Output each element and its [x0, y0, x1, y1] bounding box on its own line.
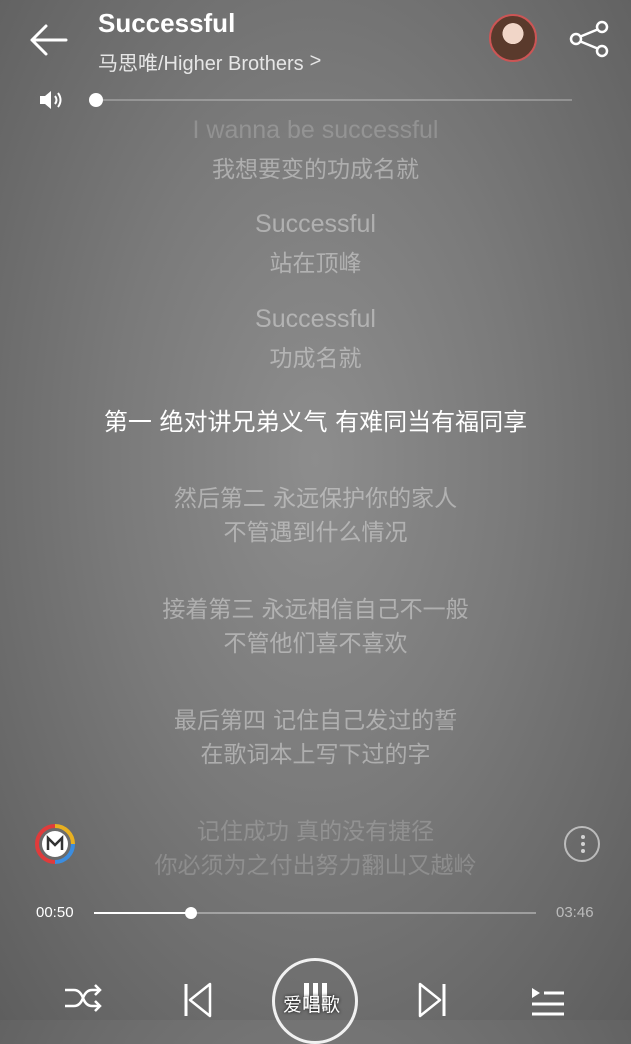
lyric-line[interactable]: 接着第三 永远相信自己不一般 — [0, 590, 631, 624]
lyric-line-current[interactable]: 第一 绝对讲兄弟义气 有难同当有福同享 — [0, 402, 631, 437]
song-title: Successful — [98, 8, 236, 38]
lyric-line[interactable]: Successful — [0, 305, 631, 334]
more-options-button[interactable] — [564, 826, 600, 862]
lyric-line[interactable]: 我想要变的功成名就 — [0, 150, 631, 184]
volume-slider[interactable] — [96, 99, 572, 101]
lyric-line[interactable]: 在歌词本上写下过的字 — [0, 735, 631, 769]
skip-previous-icon[interactable] — [180, 980, 216, 1020]
artist-name: 马思唯/Higher Brothers — [98, 53, 304, 75]
volume-control — [0, 86, 631, 114]
artist-link[interactable]: 马思唯/Higher Brothers > — [98, 47, 321, 76]
total-time: 03:46 — [556, 904, 594, 921]
progress-knob[interactable] — [185, 907, 198, 919]
avatar[interactable] — [489, 14, 537, 62]
lyric-line[interactable]: 功成名就 — [0, 339, 631, 373]
chevron-right-icon: > — [309, 50, 322, 72]
speaker-icon[interactable] — [38, 88, 64, 112]
progress-bar[interactable] — [94, 912, 536, 914]
shuffle-icon[interactable] — [62, 980, 104, 1020]
skip-next-icon[interactable] — [414, 980, 450, 1020]
dot — [581, 849, 585, 853]
back-arrow-icon[interactable] — [26, 20, 70, 60]
dot — [581, 842, 585, 846]
lyric-line[interactable]: 你必须为之付出努力翻山又越岭 — [0, 846, 631, 876]
volume-slider-knob[interactable] — [89, 93, 103, 107]
share-icon[interactable] — [568, 19, 610, 59]
dot — [581, 835, 585, 839]
lyric-line[interactable]: 不管他们喜不喜欢 — [0, 624, 631, 658]
lyric-line[interactable]: 最后第四 记住自己发过的誓 — [0, 701, 631, 735]
playlist-icon[interactable] — [528, 980, 568, 1020]
lyrics-panel[interactable]: I wanna be successful 我想要变的功成名就 Successful… — [0, 116, 631, 876]
lyric-line[interactable]: 站在顶峰 — [0, 244, 631, 278]
lyric-line[interactable]: I wanna be successful — [0, 116, 631, 145]
header: Successful 马思唯/Higher Brothers > — [0, 0, 631, 90]
current-time: 00:50 — [36, 904, 74, 921]
progress-fill — [94, 912, 192, 914]
lyric-line[interactable]: 不管遇到什么情况 — [0, 513, 631, 547]
lyric-line[interactable]: 记住成功 真的没有捷径 — [0, 812, 631, 846]
watermark-text: 爱唱歌 — [283, 994, 341, 1016]
app-logo-icon[interactable] — [34, 823, 76, 865]
lyric-line[interactable]: 然后第二 永远保护你的家人 — [0, 479, 631, 513]
lyric-line[interactable]: Successful — [0, 210, 631, 239]
